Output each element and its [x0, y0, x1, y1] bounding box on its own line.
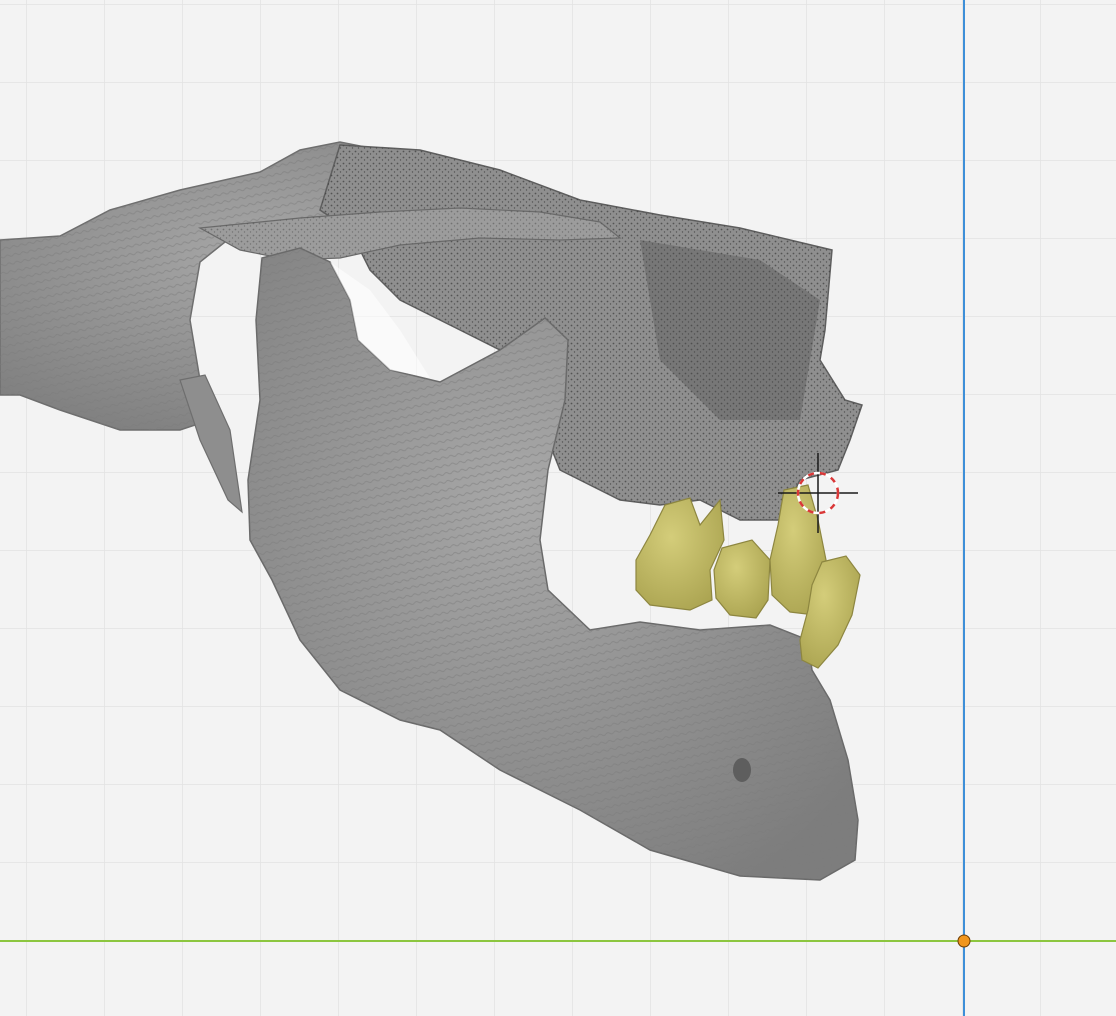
viewport-canvas[interactable] — [0, 0, 1116, 1016]
floor-grid — [0, 0, 1116, 1016]
mental-foramen — [733, 758, 751, 782]
origin-icon — [957, 934, 971, 948]
tooth-premolar-1[interactable] — [713, 539, 771, 619]
3d-viewport[interactable] — [0, 0, 1116, 1016]
